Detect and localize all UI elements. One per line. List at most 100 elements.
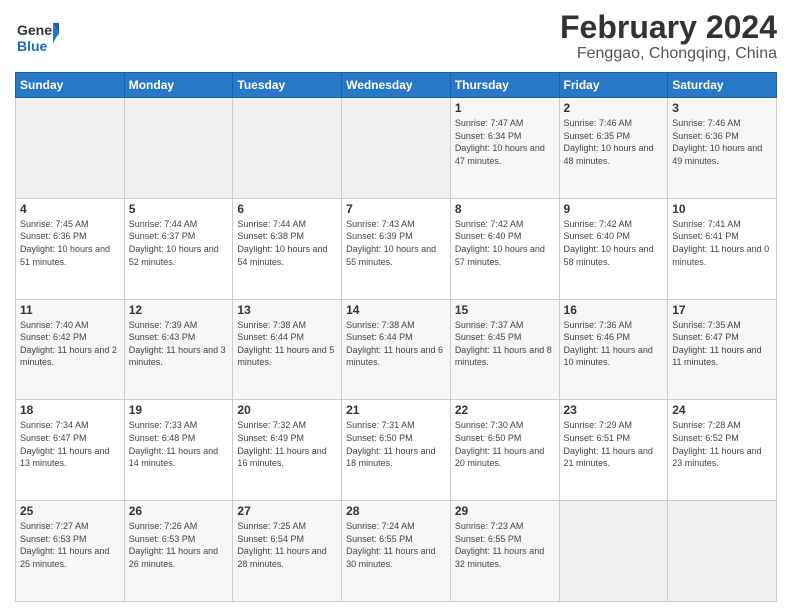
table-row: 4 Sunrise: 7:45 AM Sunset: 6:36 PM Daylig… (16, 198, 125, 299)
table-row: 2 Sunrise: 7:46 AM Sunset: 6:35 PM Daylig… (559, 98, 668, 199)
day-number: 22 (455, 403, 555, 417)
day-number: 1 (455, 101, 555, 115)
day-info: Sunrise: 7:36 AM Sunset: 6:46 PM Dayligh… (564, 319, 664, 369)
day-info: Sunrise: 7:47 AM Sunset: 6:34 PM Dayligh… (455, 117, 555, 167)
day-info: Sunrise: 7:46 AM Sunset: 6:35 PM Dayligh… (564, 117, 664, 167)
table-row: 11 Sunrise: 7:40 AM Sunset: 6:42 PM Dayli… (16, 299, 125, 400)
day-info: Sunrise: 7:43 AM Sunset: 6:39 PM Dayligh… (346, 218, 446, 268)
table-row: 18 Sunrise: 7:34 AM Sunset: 6:47 PM Dayli… (16, 400, 125, 501)
day-number: 16 (564, 303, 664, 317)
day-info: Sunrise: 7:26 AM Sunset: 6:53 PM Dayligh… (129, 520, 229, 570)
day-number: 15 (455, 303, 555, 317)
day-info: Sunrise: 7:44 AM Sunset: 6:37 PM Dayligh… (129, 218, 229, 268)
day-number: 23 (564, 403, 664, 417)
col-wednesday: Wednesday (342, 73, 451, 98)
day-info: Sunrise: 7:37 AM Sunset: 6:45 PM Dayligh… (455, 319, 555, 369)
day-info: Sunrise: 7:31 AM Sunset: 6:50 PM Dayligh… (346, 419, 446, 469)
day-number: 2 (564, 101, 664, 115)
day-number: 8 (455, 202, 555, 216)
table-row: 10 Sunrise: 7:41 AM Sunset: 6:41 PM Dayli… (668, 198, 777, 299)
table-row: 7 Sunrise: 7:43 AM Sunset: 6:39 PM Daylig… (342, 198, 451, 299)
page: General Blue February 2024 Fenggao, Chon… (0, 0, 792, 612)
col-thursday: Thursday (450, 73, 559, 98)
week-row-5: 25 Sunrise: 7:27 AM Sunset: 6:53 PM Dayli… (16, 501, 777, 602)
table-row: 26 Sunrise: 7:26 AM Sunset: 6:53 PM Dayli… (124, 501, 233, 602)
table-row (124, 98, 233, 199)
table-row: 22 Sunrise: 7:30 AM Sunset: 6:50 PM Dayli… (450, 400, 559, 501)
calendar-table: Sunday Monday Tuesday Wednesday Thursday… (15, 72, 777, 602)
table-row: 9 Sunrise: 7:42 AM Sunset: 6:40 PM Daylig… (559, 198, 668, 299)
logo-icon: General Blue (15, 15, 59, 59)
week-row-2: 4 Sunrise: 7:45 AM Sunset: 6:36 PM Daylig… (16, 198, 777, 299)
table-row: 1 Sunrise: 7:47 AM Sunset: 6:34 PM Daylig… (450, 98, 559, 199)
header-row: Sunday Monday Tuesday Wednesday Thursday… (16, 73, 777, 98)
day-info: Sunrise: 7:34 AM Sunset: 6:47 PM Dayligh… (20, 419, 120, 469)
day-info: Sunrise: 7:28 AM Sunset: 6:52 PM Dayligh… (672, 419, 772, 469)
day-info: Sunrise: 7:45 AM Sunset: 6:36 PM Dayligh… (20, 218, 120, 268)
table-row: 5 Sunrise: 7:44 AM Sunset: 6:37 PM Daylig… (124, 198, 233, 299)
day-info: Sunrise: 7:30 AM Sunset: 6:50 PM Dayligh… (455, 419, 555, 469)
week-row-4: 18 Sunrise: 7:34 AM Sunset: 6:47 PM Dayli… (16, 400, 777, 501)
day-number: 18 (20, 403, 120, 417)
day-number: 25 (20, 504, 120, 518)
title-block: February 2024 Fenggao, Chongqing, China (560, 10, 777, 63)
table-row: 17Sunrise: 7:35 AM Sunset: 6:47 PM Dayli… (668, 299, 777, 400)
table-row: 29Sunrise: 7:23 AM Sunset: 6:55 PM Dayli… (450, 501, 559, 602)
day-number: 9 (564, 202, 664, 216)
week-row-3: 11 Sunrise: 7:40 AM Sunset: 6:42 PM Dayli… (16, 299, 777, 400)
calendar-title: February 2024 (560, 10, 777, 45)
day-number: 7 (346, 202, 446, 216)
table-row: 14 Sunrise: 7:38 AM Sunset: 6:44 PM Dayli… (342, 299, 451, 400)
day-number: 28 (346, 504, 446, 518)
day-info: Sunrise: 7:41 AM Sunset: 6:41 PM Dayligh… (672, 218, 772, 268)
calendar-location: Fenggao, Chongqing, China (560, 45, 777, 63)
day-info: Sunrise: 7:46 AM Sunset: 6:36 PM Dayligh… (672, 117, 772, 167)
day-number: 4 (20, 202, 120, 216)
day-number: 26 (129, 504, 229, 518)
logo: General Blue (15, 15, 59, 64)
col-monday: Monday (124, 73, 233, 98)
day-number: 12 (129, 303, 229, 317)
day-info: Sunrise: 7:39 AM Sunset: 6:43 PM Dayligh… (129, 319, 229, 369)
day-number: 21 (346, 403, 446, 417)
day-info: Sunrise: 7:24 AM Sunset: 6:55 PM Dayligh… (346, 520, 446, 570)
day-info: Sunrise: 7:44 AM Sunset: 6:38 PM Dayligh… (237, 218, 337, 268)
table-row: 16 Sunrise: 7:36 AM Sunset: 6:46 PM Dayli… (559, 299, 668, 400)
table-row: 3 Sunrise: 7:46 AM Sunset: 6:36 PM Daylig… (668, 98, 777, 199)
table-row: 13 Sunrise: 7:38 AM Sunset: 6:44 PM Dayli… (233, 299, 342, 400)
day-info: Sunrise: 7:27 AM Sunset: 6:53 PM Dayligh… (20, 520, 120, 570)
table-row: 12 Sunrise: 7:39 AM Sunset: 6:43 PM Dayli… (124, 299, 233, 400)
day-number: 24 (672, 403, 772, 417)
table-row (559, 501, 668, 602)
day-number: 29 (455, 504, 555, 518)
table-row: 6 Sunrise: 7:44 AM Sunset: 6:38 PM Daylig… (233, 198, 342, 299)
day-info: Sunrise: 7:29 AM Sunset: 6:51 PM Dayligh… (564, 419, 664, 469)
table-row: 24 Sunrise: 7:28 AM Sunset: 6:52 PM Dayli… (668, 400, 777, 501)
day-number: 13 (237, 303, 337, 317)
day-info: Sunrise: 7:35 AM Sunset: 6:47 PM Dayligh… (672, 319, 772, 369)
table-row: 15 Sunrise: 7:37 AM Sunset: 6:45 PM Dayli… (450, 299, 559, 400)
col-sunday: Sunday (16, 73, 125, 98)
day-number: 10 (672, 202, 772, 216)
table-row (233, 98, 342, 199)
table-row: 28 Sunrise: 7:24 AM Sunset: 6:55 PM Dayli… (342, 501, 451, 602)
table-row (342, 98, 451, 199)
day-info: Sunrise: 7:40 AM Sunset: 6:42 PM Dayligh… (20, 319, 120, 369)
day-number: 14 (346, 303, 446, 317)
day-number: 3 (672, 101, 772, 115)
day-number: 5 (129, 202, 229, 216)
svg-text:General: General (17, 22, 59, 38)
day-number: 11 (20, 303, 120, 317)
day-number: 27 (237, 504, 337, 518)
day-info: Sunrise: 7:42 AM Sunset: 6:40 PM Dayligh… (564, 218, 664, 268)
day-number: 20 (237, 403, 337, 417)
svg-text:Blue: Blue (17, 38, 48, 54)
col-saturday: Saturday (668, 73, 777, 98)
day-number: 6 (237, 202, 337, 216)
week-row-1: 1 Sunrise: 7:47 AM Sunset: 6:34 PM Daylig… (16, 98, 777, 199)
table-row: 8Sunrise: 7:42 AM Sunset: 6:40 PM Daylig… (450, 198, 559, 299)
day-info: Sunrise: 7:38 AM Sunset: 6:44 PM Dayligh… (346, 319, 446, 369)
col-tuesday: Tuesday (233, 73, 342, 98)
day-info: Sunrise: 7:25 AM Sunset: 6:54 PM Dayligh… (237, 520, 337, 570)
day-info: Sunrise: 7:38 AM Sunset: 6:44 PM Dayligh… (237, 319, 337, 369)
